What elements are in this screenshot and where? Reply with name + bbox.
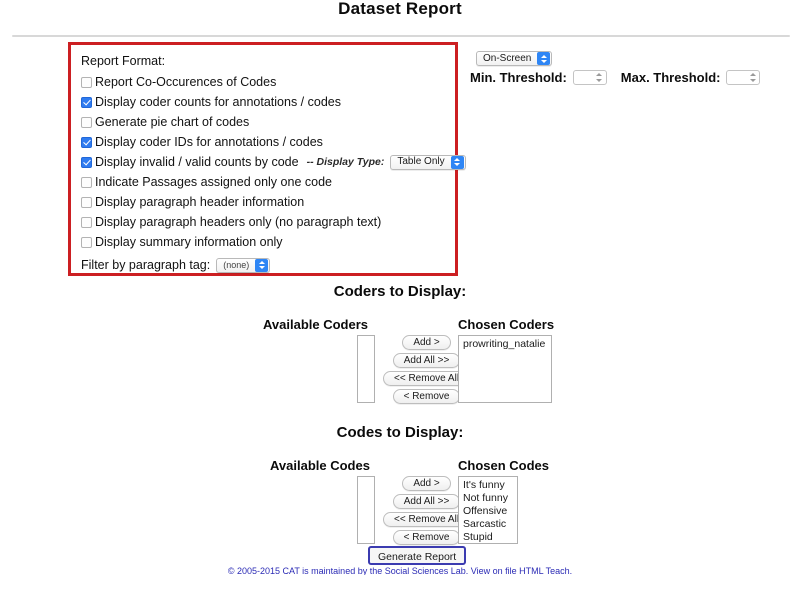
coders-transfer-buttons: Add > Add All >> << Remove All < Remove [383, 335, 471, 404]
checkbox-label-pie-chart: Generate pie chart of codes [95, 115, 250, 129]
footer-text: © 2005-2015 CAT is maintained by the Soc… [227, 566, 573, 575]
report-format-legend: Report Format: [81, 54, 166, 68]
coders-section-heading: Coders to Display: [333, 283, 467, 300]
checkbox-row-coder-ids[interactable]: Display coder IDs for annotations / code… [81, 132, 451, 152]
generate-report-button[interactable]: Generate Report [368, 546, 467, 565]
list-item[interactable]: prowriting_natalie [463, 338, 547, 351]
codes-remove-button[interactable]: < Remove [392, 530, 461, 545]
checkbox-invalid-valid-counts[interactable] [81, 156, 92, 168]
codes-add-button[interactable]: Add > [402, 476, 451, 491]
chevron-updown-icon [537, 52, 551, 66]
codes-section-heading: Codes to Display: [336, 424, 464, 441]
checkbox-summary-only[interactable] [81, 236, 92, 248]
min-threshold-label: Min. Threshold: [470, 70, 567, 85]
max-threshold-input[interactable] [726, 70, 761, 85]
stepper-arrows-icon[interactable] [595, 72, 604, 84]
checkbox-row-summary-only[interactable]: Display summary information only [81, 232, 451, 252]
stepper-arrows-icon[interactable] [748, 72, 757, 84]
checkbox-headers-only[interactable] [81, 216, 92, 228]
checkbox-label-one-code-passages: Indicate Passages assigned only one code [95, 175, 332, 189]
checkbox-coder-counts[interactable] [81, 96, 92, 108]
checkbox-row-co-occurences[interactable]: Report Co-Occurences of Codes [81, 72, 451, 92]
paragraph-tag-filter-value: (none) [223, 260, 250, 270]
checkbox-label-coder-ids: Display coder IDs for annotations / code… [95, 135, 323, 149]
min-threshold-input[interactable] [572, 70, 607, 85]
title-divider [12, 35, 790, 37]
report-format-panel: Report Format: Report Co-Occurences of C… [68, 42, 466, 276]
chosen-codes-listbox[interactable]: It's funny Not funny Offensive Sarcastic… [458, 476, 518, 544]
available-coders-heading: Available Coders [263, 317, 369, 332]
codes-remove-all-button[interactable]: << Remove All [383, 512, 471, 527]
checkbox-label-summary-only: Display summary information only [95, 235, 283, 249]
available-codes-listbox[interactable] [357, 476, 375, 544]
checkbox-row-pie-chart[interactable]: Generate pie chart of codes [81, 112, 451, 132]
threshold-controls: Min. Threshold: Max. Threshold: [470, 70, 761, 85]
display-type-select[interactable]: Table Only [390, 154, 466, 170]
checkbox-co-occurences[interactable] [81, 76, 92, 88]
checkbox-label-co-occurences: Report Co-Occurences of Codes [95, 75, 277, 89]
paragraph-tag-filter-label: Filter by paragraph tag: [81, 258, 211, 272]
output-destination-wrap: On-Screen [476, 50, 553, 68]
coders-remove-all-button[interactable]: << Remove All [383, 371, 471, 386]
chevron-updown-icon [255, 258, 269, 272]
codes-transfer-buttons: Add > Add All >> << Remove All < Remove [383, 476, 471, 545]
coders-add-all-button[interactable]: Add All >> [392, 353, 461, 368]
checkbox-row-invalid-valid-counts[interactable]: Display invalid / valid counts by code -… [81, 152, 466, 172]
checkbox-pie-chart[interactable] [81, 116, 92, 128]
max-threshold-label: Max. Threshold: [620, 70, 721, 85]
codes-add-all-button[interactable]: Add All >> [392, 494, 461, 509]
chevron-updown-icon [450, 155, 464, 169]
checkbox-label-paragraph-header-info: Display paragraph header information [95, 195, 305, 209]
available-codes-heading: Available Codes [270, 458, 370, 473]
coders-remove-button[interactable]: < Remove [392, 389, 461, 404]
chosen-codes-heading: Chosen Codes [458, 458, 550, 473]
checkbox-one-code-passages[interactable] [81, 176, 92, 188]
checkbox-row-one-code-passages[interactable]: Indicate Passages assigned only one code [81, 172, 451, 192]
list-item[interactable]: Stupid [463, 531, 513, 543]
available-coders-listbox[interactable] [357, 335, 375, 403]
checkbox-row-paragraph-header-info[interactable]: Display paragraph header information [81, 192, 451, 212]
checkbox-label-invalid-valid-counts: Display invalid / valid counts by code [95, 155, 299, 169]
checkbox-row-coder-counts[interactable]: Display coder counts for annotations / c… [81, 92, 451, 112]
list-item[interactable]: Sarcastic [463, 518, 513, 531]
checkbox-coder-ids[interactable] [81, 136, 92, 148]
coders-add-button[interactable]: Add > [402, 335, 451, 350]
display-type-value: Table Only [397, 156, 445, 167]
chosen-coders-listbox[interactable]: prowriting_natalie [458, 335, 552, 403]
checkbox-row-headers-only[interactable]: Display paragraph headers only (no parag… [81, 212, 451, 232]
paragraph-tag-filter-select[interactable]: (none) [216, 257, 271, 273]
checkbox-label-headers-only: Display paragraph headers only (no parag… [95, 215, 382, 229]
list-item[interactable]: It's funny [463, 479, 513, 492]
list-item[interactable]: Not funny [463, 492, 513, 505]
output-destination-select[interactable]: On-Screen [476, 51, 553, 67]
paragraph-tag-filter-row: Filter by paragraph tag: (none) [81, 255, 451, 275]
display-type-note: -- Display Type: [306, 156, 385, 168]
checkbox-paragraph-header-info[interactable] [81, 196, 92, 208]
output-destination-value: On-Screen [483, 53, 532, 65]
page-title: Dataset Report [338, 0, 462, 18]
chosen-coders-heading: Chosen Coders [458, 317, 555, 332]
checkbox-label-coder-counts: Display coder counts for annotations / c… [95, 95, 341, 109]
list-item[interactable]: Offensive [463, 505, 513, 518]
